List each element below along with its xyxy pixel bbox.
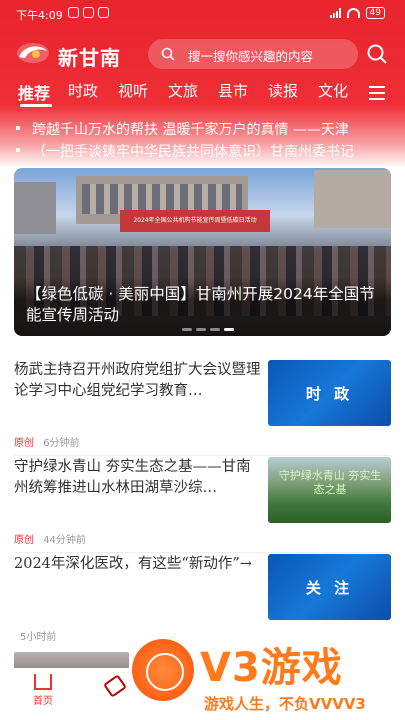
headline-text: （一把手谈铸牢中华民族共同体意识）甘南州委书记 (32, 144, 354, 160)
news-thumbnail: 关 注 (268, 554, 391, 620)
news-item[interactable]: 杨武主持召开州政府党组扩大会议暨理论学习中心组党纪学习教育… 原创 6分钟前 时… (14, 360, 391, 456)
photo-event-banner: 2024年全国公共机构节能宣传周暨低碳日活动 (120, 210, 270, 232)
news-thumbnail: 守护绿水青山 夯实生态之基 (268, 457, 391, 523)
carousel-dot (196, 328, 206, 331)
watermark: V3游戏 游戏人生，不负VVVV3 (130, 635, 405, 720)
news-time: 6分钟前 (43, 438, 80, 449)
photo-event-banner-text: 2024年全国公共机构节能宣传周暨低碳日活动 (133, 217, 257, 224)
app-icon (98, 7, 109, 18)
status-time: 下午4:09 (16, 9, 63, 22)
thumbnail-text: 关 注 (305, 578, 354, 597)
news-item[interactable]: 守护绿水青山 夯实生态之基——甘南州统筹推进山水林田湖草沙综… 原创 44分钟前… (14, 457, 391, 553)
watermark-logo-icon (132, 639, 194, 701)
news-meta: 原创 6分钟前 (14, 434, 80, 449)
bottom-tabbar: 首页 (0, 668, 130, 720)
bullet-icon (16, 126, 20, 130)
bullet-icon (16, 148, 20, 152)
thumbnail-text: 时 政 (305, 384, 354, 403)
news-tag: 原创 (14, 535, 34, 546)
notification-icon (68, 7, 79, 18)
news-tag: 原创 (14, 438, 34, 449)
tab-video[interactable]: 视听 (118, 80, 148, 101)
channel-tabs: 推荐 时政 视听 文旅 县市 读报 文化 (0, 80, 405, 107)
carousel-dot (210, 328, 220, 331)
tab-counties[interactable]: 县市 (218, 80, 248, 101)
carousel-dot (182, 328, 192, 331)
status-right: 49 (329, 7, 385, 19)
news-title: 杨武主持召开州政府党组扩大会议暨理论学习中心组党纪学习教育… (14, 362, 261, 399)
featured-banner[interactable]: 2024年全国公共机构节能宣传周暨低碳日活动 【绿色低碳 · 美丽中国】甘南州开… (14, 168, 391, 336)
tab-culture-tourism[interactable]: 文旅 (168, 80, 198, 101)
news-meta: 5小时前 (14, 628, 56, 643)
carousel-dot-active (224, 328, 234, 331)
search-input[interactable]: 搜一搜你感兴趣的内容 (148, 39, 358, 69)
status-bar: 下午4:09 49 (0, 0, 405, 28)
news-meta: 原创 44分钟前 (14, 531, 86, 546)
message-icon (83, 7, 94, 18)
signal-icon (329, 8, 341, 18)
headline-item[interactable]: 跨越千山万水的帮扶 温暖千家万户的真情 ——天津 (0, 118, 405, 140)
headline-text: 跨越千山万水的帮扶 温暖千家万户的真情 ——天津 (32, 122, 349, 138)
watermark-slogan: 游戏人生，不负VVVV3 (204, 695, 366, 713)
tab-politics[interactable]: 时政 (68, 80, 98, 101)
news-time: 5小时前 (20, 632, 57, 643)
home-icon (34, 674, 52, 690)
active-tab-indicator (20, 104, 52, 107)
banner-title: 【绿色低碳 · 美丽中国】甘南州开展2024年全国节能宣传周活动 (26, 285, 375, 324)
photo-building (314, 170, 391, 228)
logo-icon (17, 43, 49, 63)
news-time: 44分钟前 (43, 535, 86, 546)
tabbar-second-icon[interactable] (103, 674, 127, 698)
status-notification-icons (68, 7, 109, 18)
tab-recommend[interactable]: 推荐 (18, 80, 50, 104)
menu-icon[interactable] (369, 86, 385, 104)
news-thumbnail: 时 政 (268, 360, 391, 426)
watermark-brand: V3游戏 (200, 645, 343, 691)
battery-icon: 49 (365, 7, 385, 19)
tab-culture[interactable]: 文化 (318, 80, 348, 101)
news-title: 守护绿水青山 夯实生态之基——甘南州统筹推进山水林田湖草沙综… (14, 459, 251, 496)
app-title: 新甘南 (58, 46, 121, 70)
wifi-icon (346, 8, 360, 18)
app-header: 新甘南 搜一搜你感兴趣的内容 (0, 36, 405, 72)
news-title: 2024年深化医改，有这些“新动作”→ (14, 556, 252, 572)
carousel-indicator (182, 328, 234, 331)
tab-newspaper[interactable]: 读报 (268, 80, 298, 101)
photo-building (14, 182, 56, 234)
tabbar-home[interactable]: 首页 (28, 674, 58, 707)
tabbar-home-label: 首页 (33, 696, 53, 707)
headline-item[interactable]: （一把手谈铸牢中华民族共同体意识）甘南州委书记 (0, 140, 405, 162)
search-placeholder: 搜一搜你感兴趣的内容 (188, 49, 314, 64)
thumbnail-text: 守护绿水青山 夯实生态之基 (278, 469, 382, 496)
search-button[interactable] (366, 43, 388, 65)
search-icon (161, 47, 175, 61)
